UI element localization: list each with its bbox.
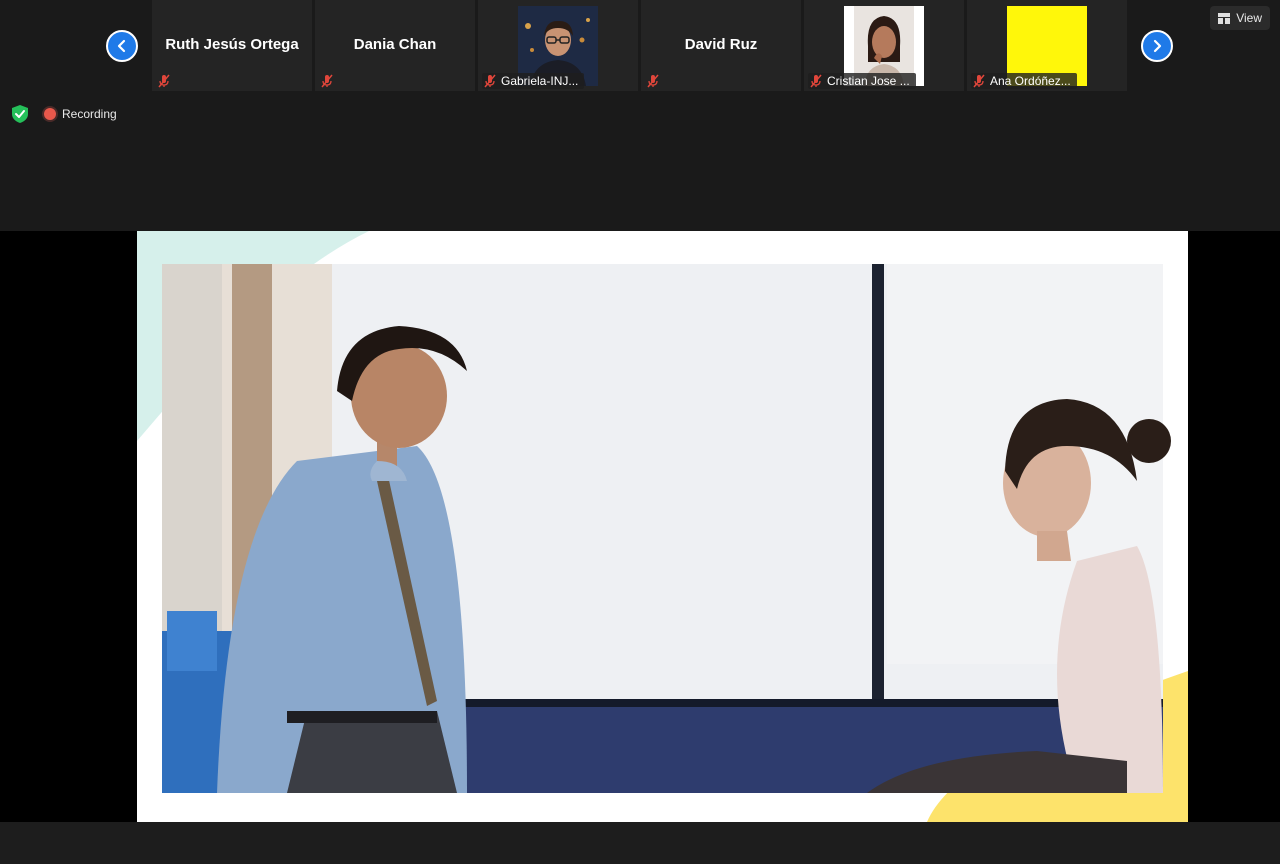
participant-name: Cristian Jose ... [827, 74, 910, 88]
mic-muted-icon [810, 74, 822, 88]
participant-status-bar [319, 73, 341, 89]
shared-screen [0, 231, 1280, 822]
meeting-status-row: Recording [10, 104, 117, 124]
recording-label: Recording [62, 107, 117, 121]
movie-still-image [137, 231, 1188, 822]
view-label: View [1236, 11, 1262, 25]
participant-status-bar: Ana Ordóñez... [971, 73, 1077, 89]
participant-status-bar: Cristian Jose ... [808, 73, 916, 89]
next-page-button[interactable] [1141, 30, 1173, 62]
mic-muted-icon [158, 74, 170, 88]
chevron-left-icon [117, 39, 126, 53]
participant-name: Ruth Jesús Ortega [165, 36, 299, 53]
participant-strip: Ruth Jesús Ortega Dania Chan Gabriela-IN… [0, 0, 1280, 92]
participant-tile[interactable]: Dania Chan [315, 0, 475, 91]
participant-name: David Ruz [684, 36, 758, 53]
participant-tile[interactable]: Ana Ordóñez... [967, 0, 1127, 91]
participant-tile[interactable]: David Ruz [641, 0, 801, 91]
participant-tile[interactable]: Cristian Jose ... [804, 0, 964, 91]
mic-muted-icon [484, 74, 496, 88]
mic-muted-icon [973, 74, 985, 88]
participant-status-bar [156, 73, 178, 89]
grid-icon [1218, 12, 1231, 24]
chevron-right-icon [1153, 39, 1162, 53]
participant-name: Gabriela-INJ... [501, 74, 579, 88]
participant-tile[interactable]: Gabriela-INJ... [478, 0, 638, 91]
recording-indicator[interactable]: Recording [44, 107, 117, 121]
participant-name: Ana Ordóñez... [990, 74, 1071, 88]
participant-status-bar: Gabriela-INJ... [482, 73, 585, 89]
bottom-bar [0, 822, 1280, 864]
view-button[interactable]: View [1210, 6, 1270, 30]
mic-muted-icon [321, 74, 333, 88]
shared-slide [137, 231, 1188, 822]
participant-name: Dania Chan [353, 36, 437, 53]
shield-icon[interactable] [10, 104, 30, 124]
previous-page-button[interactable] [106, 30, 138, 62]
participant-tile[interactable]: Ruth Jesús Ortega [152, 0, 312, 91]
recording-dot-icon [44, 108, 56, 120]
mic-muted-icon [647, 74, 659, 88]
participant-status-bar [645, 73, 667, 89]
